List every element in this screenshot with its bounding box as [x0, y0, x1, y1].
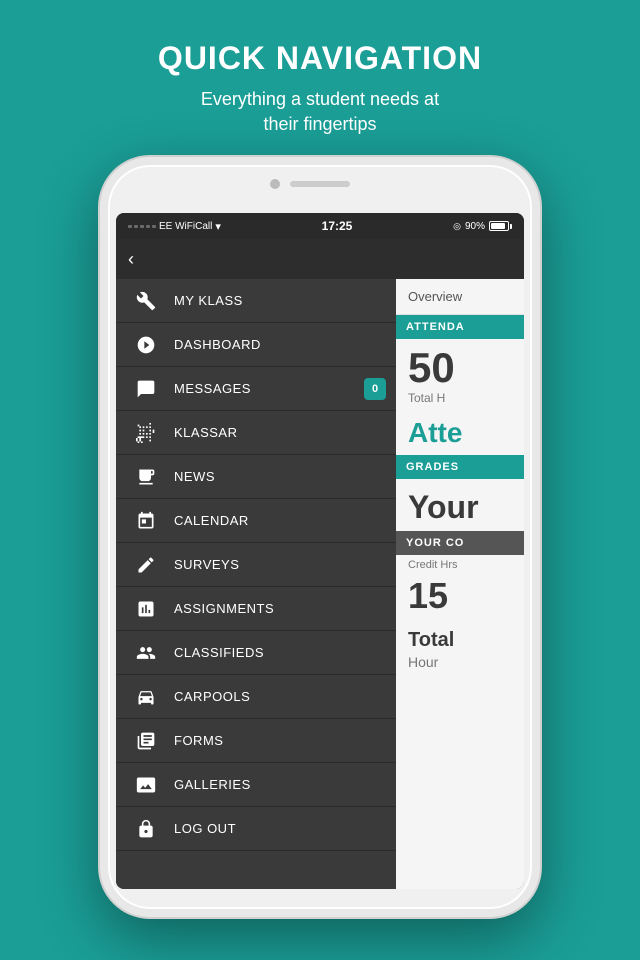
credit-number: 15: [396, 571, 524, 621]
menu-item-assignments[interactable]: ASSIGNMENTS: [116, 587, 396, 631]
klassar-icon: [132, 419, 160, 447]
news-icon: [132, 463, 160, 491]
forms-label: FORMS: [174, 733, 223, 748]
attendance-number: 50: [396, 339, 524, 389]
nav-bar: ‹: [116, 239, 524, 279]
status-bar: EE WiFiCall ▾ 17:25 ◎ 90%: [116, 213, 524, 239]
calendar-label: CALENDAR: [174, 513, 249, 528]
phone-frame: EE WiFiCall ▾ 17:25 ◎ 90% ‹: [100, 157, 540, 917]
battery-percent: 90%: [465, 221, 485, 232]
total-hours-label: Total H: [396, 389, 524, 411]
my-klass-label: MY KLASS: [174, 293, 243, 308]
dashboard-icon: [132, 331, 160, 359]
nav-menu: MY KLASS DASHBOARD: [116, 279, 396, 889]
classifieds-icon: [132, 639, 160, 667]
location-icon: ◎: [453, 221, 461, 232]
phone-button-right: [538, 305, 540, 355]
grades-header: GRADES: [396, 455, 524, 479]
klassar-label: KlassAR: [174, 425, 237, 440]
phone-camera: [270, 179, 280, 189]
galleries-label: GALLERIES: [174, 777, 251, 792]
dashboard-label: DASHBOARD: [174, 337, 261, 352]
forms-icon: [132, 727, 160, 755]
assignments-icon: [132, 595, 160, 623]
news-label: NEWS: [174, 469, 215, 484]
overview-title: Overview: [396, 279, 524, 315]
surveys-icon: [132, 551, 160, 579]
back-button[interactable]: ‹: [128, 249, 134, 270]
phone-button-vol1: [100, 285, 102, 320]
header-section: QUICK NAVIGATION Everything a student ne…: [158, 0, 482, 157]
menu-item-logout[interactable]: LOG OUT: [116, 807, 396, 851]
status-left: EE WiFiCall ▾: [128, 220, 221, 233]
calendar-icon: [132, 507, 160, 535]
menu-item-klassar[interactable]: KlassAR: [116, 411, 396, 455]
phone-button-vol2: [100, 330, 102, 365]
logout-icon: [132, 815, 160, 843]
status-right: ◎ 90%: [453, 221, 512, 232]
menu-item-news[interactable]: NEWS: [116, 455, 396, 499]
assignments-label: ASSIGNMENTS: [174, 601, 274, 616]
menu-item-messages[interactable]: MESSAGES 0: [116, 367, 396, 411]
hour-sublabel: Hour: [396, 654, 524, 678]
grades-text: Your: [396, 479, 524, 531]
menu-item-my-klass[interactable]: MY KLASS: [116, 279, 396, 323]
menu-item-calendar[interactable]: CALENDAR: [116, 499, 396, 543]
credit-hrs-label: Credit Hrs: [396, 555, 524, 571]
logout-label: LOG OUT: [174, 821, 236, 836]
messages-badge: 0: [364, 378, 386, 400]
menu-item-dashboard[interactable]: DASHBOARD: [116, 323, 396, 367]
overview-panel: Overview ATTENDA 50 Total H Atte GRADES …: [396, 279, 524, 889]
menu-item-classifieds[interactable]: CLASSIFIEDS: [116, 631, 396, 675]
phone-speaker: [290, 181, 350, 187]
carpools-icon: [132, 683, 160, 711]
messages-icon: [132, 375, 160, 403]
menu-item-forms[interactable]: FORMS: [116, 719, 396, 763]
carpools-label: CARPOOLS: [174, 689, 250, 704]
attendance-text: Atte: [396, 411, 524, 455]
screen-content: MY KLASS DASHBOARD: [116, 279, 524, 889]
total-label: Total: [396, 621, 524, 654]
signal-indicator: [128, 225, 156, 228]
attendance-header: ATTENDA: [396, 315, 524, 339]
carrier-text: EE WiFiCall: [159, 221, 212, 232]
your-co-header: YOUR CO: [396, 531, 524, 555]
menu-item-galleries[interactable]: GALLERIES: [116, 763, 396, 807]
messages-label: MESSAGES: [174, 381, 251, 396]
page-title: QUICK NAVIGATION: [158, 40, 482, 77]
surveys-label: SURVEYS: [174, 557, 239, 572]
battery-icon: [489, 221, 512, 231]
galleries-icon: [132, 771, 160, 799]
page-subtitle: Everything a student needs attheir finge…: [158, 87, 482, 137]
status-time: 17:25: [322, 219, 353, 233]
classifieds-label: CLASSIFIEDS: [174, 645, 264, 660]
wifi-icon: ▾: [215, 220, 221, 233]
phone-screen: EE WiFiCall ▾ 17:25 ◎ 90% ‹: [116, 213, 524, 889]
menu-item-surveys[interactable]: SURVEYS: [116, 543, 396, 587]
my-klass-icon: [132, 287, 160, 315]
menu-item-carpools[interactable]: CARPOOLS: [116, 675, 396, 719]
